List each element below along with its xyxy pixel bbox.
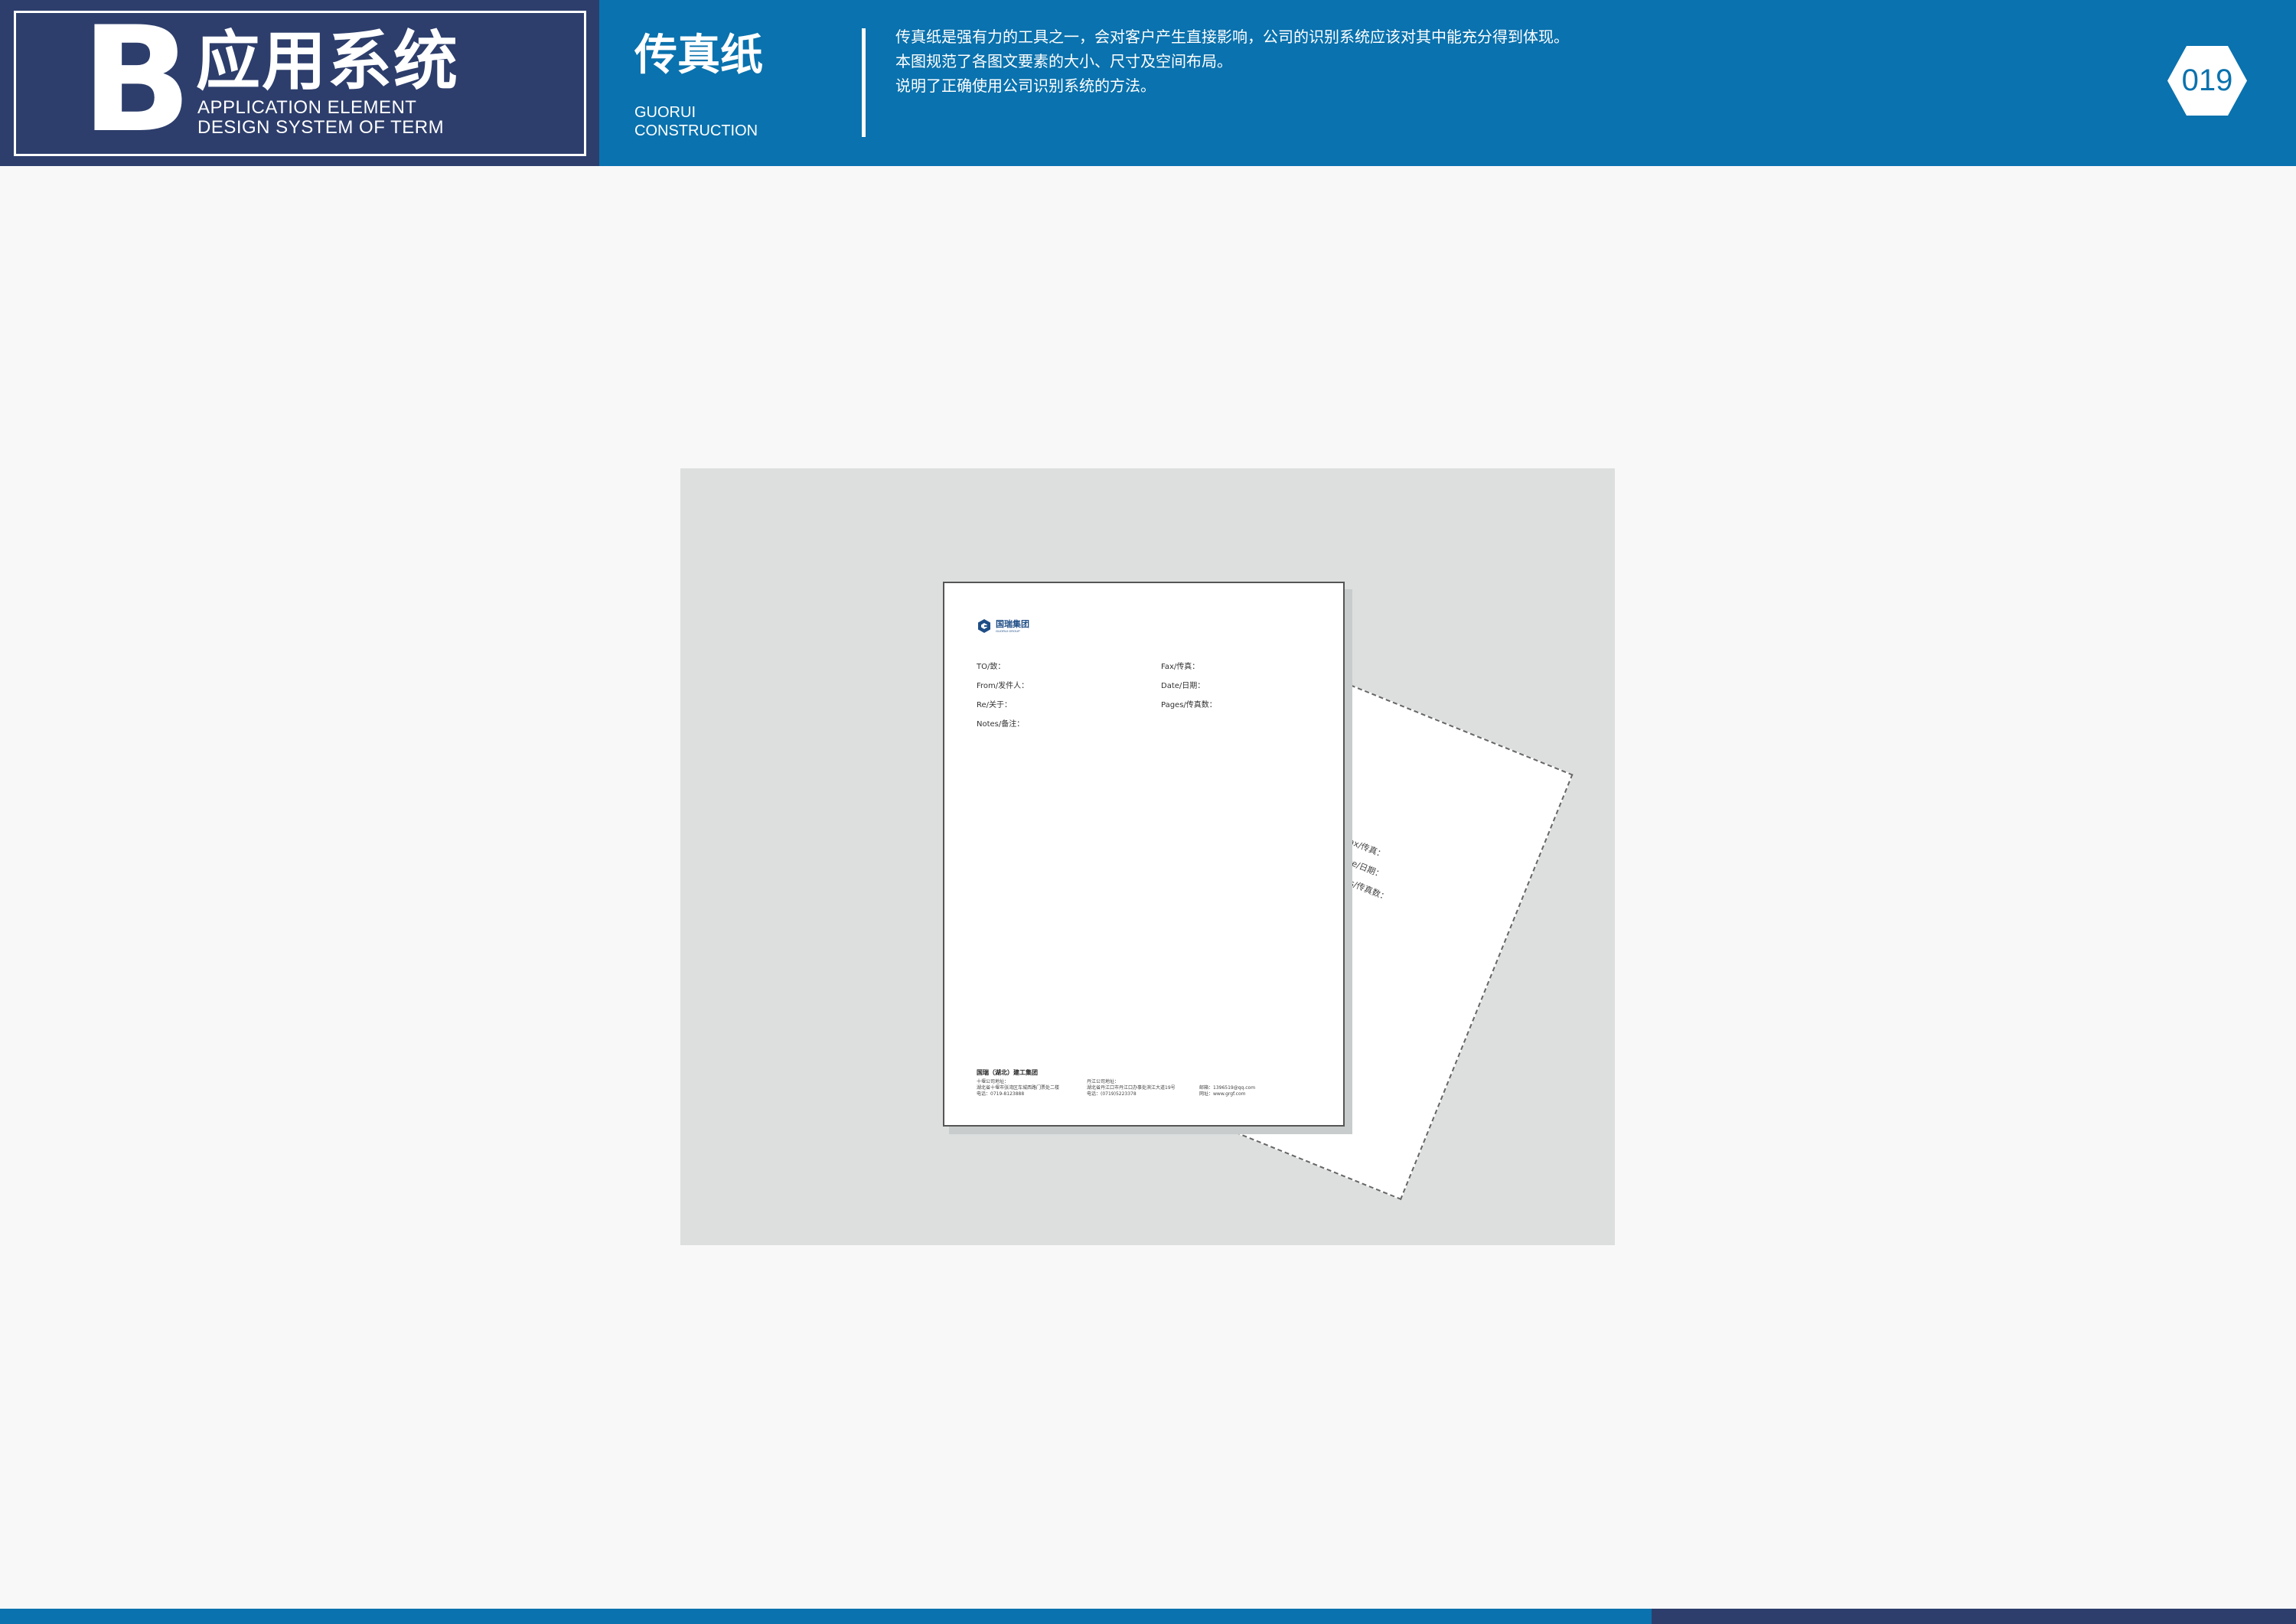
item-title-en: GUORUI CONSTRUCTION: [634, 103, 758, 140]
logo-name: 国瑞集团: [996, 618, 1029, 629]
section-letter: B: [81, 0, 192, 165]
header-divider: [862, 28, 866, 137]
footer-line: 湖北省丹江口市丹江口办事处滨江大道19号: [1087, 1085, 1176, 1091]
footer-line: 湖北省十堰市张湾区车城西路门票处二楼: [977, 1085, 1060, 1091]
guorui-logo-icon: [978, 619, 990, 633]
description-line: 本图规范了各图文要素的大小、尺寸及空间布局。: [895, 52, 1232, 70]
fax-sheet-front: 国瑞集团 GUORUI GROUP TO/致： From/发件人： Re/关于：…: [943, 582, 1345, 1127]
field-re: Re/关于：: [977, 701, 1013, 709]
item-title-en-line2: CONSTRUCTION: [634, 122, 758, 139]
footer-line: 丹江公司地址：: [1087, 1079, 1120, 1084]
footer-line: 电话：(0719)5223378: [1087, 1091, 1137, 1097]
description-line: 传真纸是强有力的工具之一，会对客户产生直接影响，公司的识别系统应该对其中能充分得…: [895, 28, 1569, 46]
footer-address-2: 丹江公司地址： 湖北省丹江口市丹江口办事处滨江大道19号 电话：(0719)52…: [1087, 1079, 1176, 1097]
section-title-en-line1: APPLICATION ELEMENT: [197, 97, 417, 118]
company-logo: 国瑞集团 GUORUI GROUP: [977, 618, 1029, 634]
footer-line: 十堰公司地址：: [977, 1079, 1009, 1084]
logo-subtitle: GUORUI GROUP: [996, 628, 1020, 633]
section-title-en: APPLICATION ELEMENT DESIGN SYSTEM OF TER…: [197, 98, 444, 138]
field-pages: Pages/传真数：: [1161, 701, 1217, 709]
section-title-en-line2: DESIGN SYSTEM OF TERM: [197, 117, 445, 138]
field-date: Date/日期：: [1161, 682, 1205, 690]
section-title-cn: 应用系统: [196, 24, 460, 99]
item-title-en-line1: GUORUI: [634, 104, 696, 121]
description-line: 说明了正确使用公司识别系统的方法。: [895, 77, 1156, 95]
footer-line: 网址：www.grgf.com: [1199, 1091, 1246, 1097]
field-notes: Notes/备注：: [977, 720, 1025, 729]
item-title-cn: 传真纸: [634, 31, 763, 80]
page-number: 019: [2181, 64, 2233, 97]
footer-company-name: 国瑞（湖北）建工集团: [977, 1069, 1038, 1076]
item-description: 传真纸是强有力的工具之一，会对客户产生直接影响，公司的识别系统应该对其中能充分得…: [895, 24, 1569, 98]
footer-line: 邮箱：1396519@qq.com: [1199, 1085, 1256, 1091]
field-from: From/发件人：: [977, 682, 1029, 690]
footer-address-1: 十堰公司地址： 湖北省十堰市张湾区车城西路门票处二楼 电话：0719-81238…: [977, 1079, 1059, 1097]
field-to: TO/致：: [977, 663, 1006, 671]
field-fax: Fax/传真：: [1161, 663, 1200, 671]
footer-bar-accent: [1652, 1609, 2296, 1624]
footer-contact: 邮箱：1396519@qq.com 网址：www.grgf.com: [1199, 1085, 1255, 1097]
footer-line: 电话：0719-8123888: [977, 1091, 1025, 1097]
